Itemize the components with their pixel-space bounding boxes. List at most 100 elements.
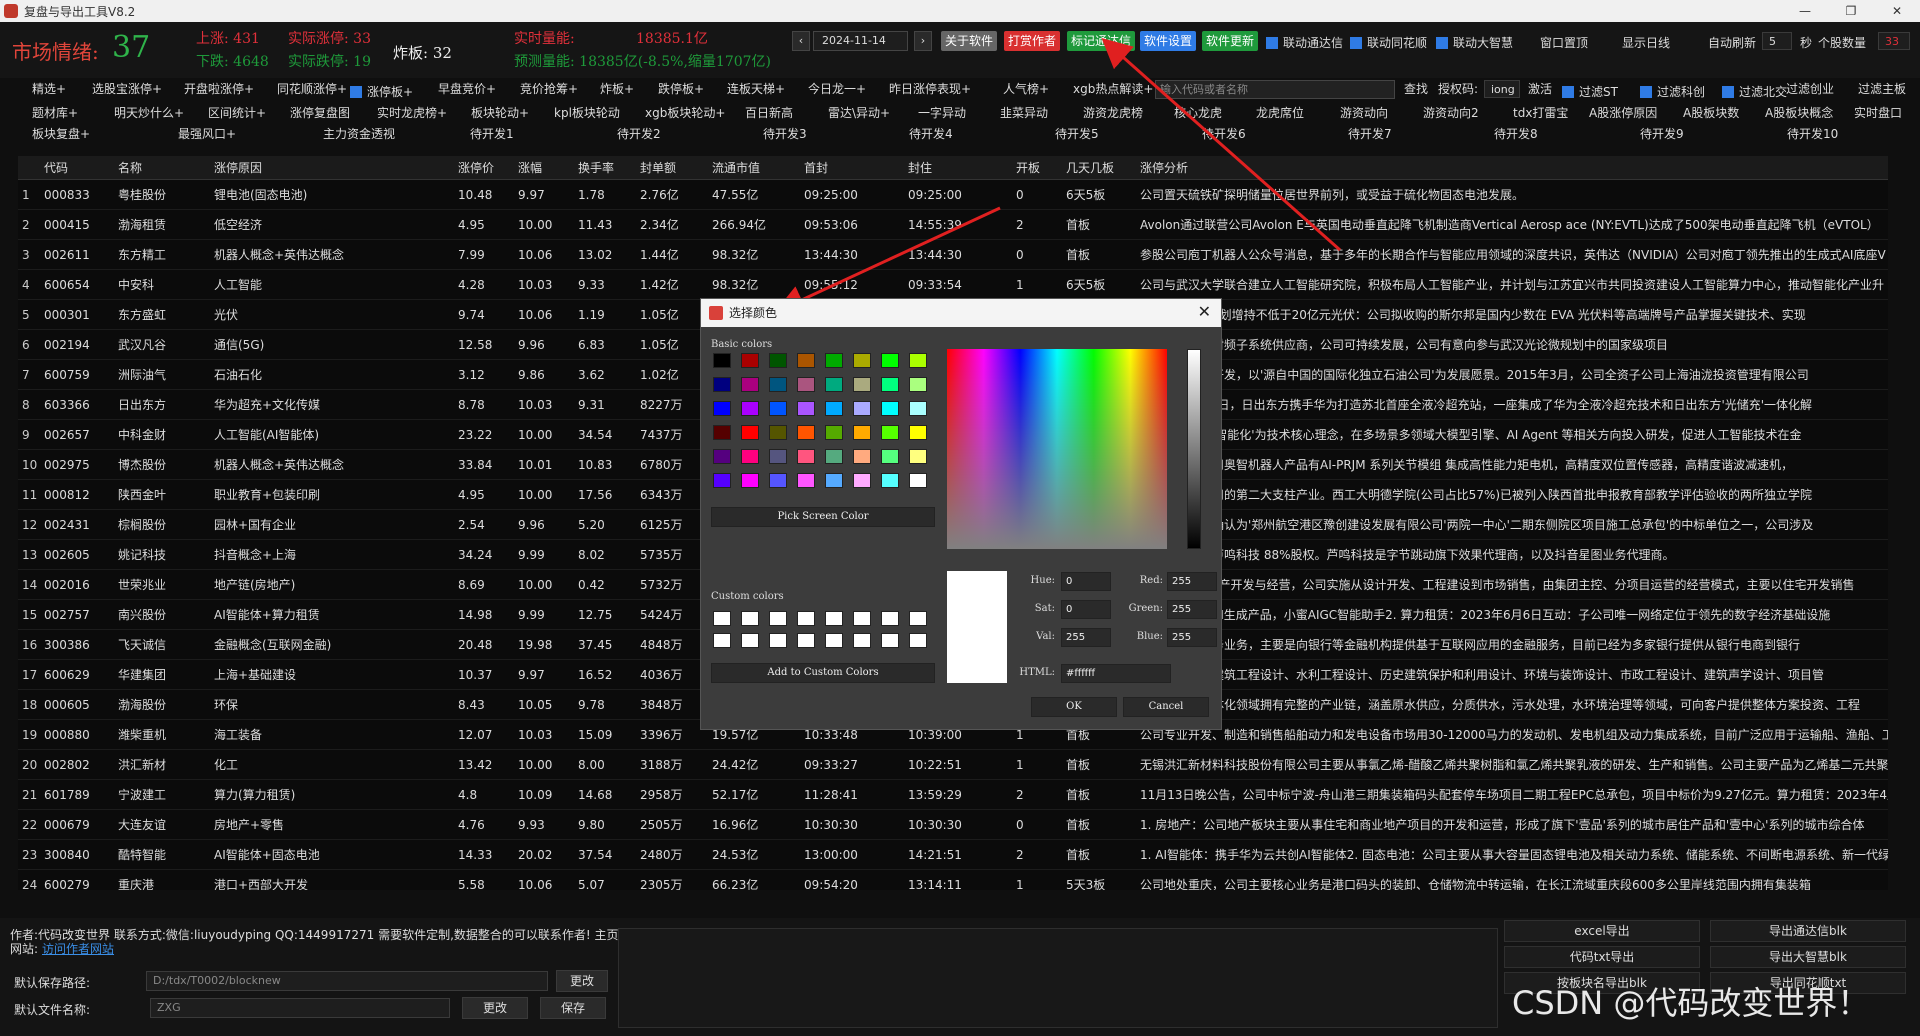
filter-chinext-toggle[interactable]: 过滤创业 <box>1786 78 1834 100</box>
tag-auction-grab[interactable]: 竞价抢筹+ <box>520 78 578 100</box>
show-day-line-toggle[interactable]: 显示日线 <box>1622 34 1670 51</box>
export-dzh-blk-button[interactable]: 导出大智慧blk <box>1710 946 1906 968</box>
basic-color-swatch[interactable] <box>741 401 759 416</box>
custom-color-swatch[interactable] <box>909 633 927 648</box>
tag-todo-9[interactable]: 待开发9 <box>1640 123 1684 145</box>
tag-todo-10[interactable]: 待开发10 <box>1787 123 1838 145</box>
header-board-count-col[interactable]: 几天几板 <box>1062 156 1114 180</box>
basic-color-swatch[interactable] <box>909 425 927 440</box>
tag-lhb-seats[interactable]: 龙虎席位 <box>1256 102 1304 124</box>
custom-color-swatch[interactable] <box>881 633 899 648</box>
link-dzh-checkbox[interactable]: 联动大智慧 <box>1436 34 1513 51</box>
tag-hot-money[interactable]: 游资动向 <box>1340 102 1388 124</box>
tag-broken-board[interactable]: 炸板+ <box>600 78 634 100</box>
custom-color-swatch[interactable] <box>825 633 843 648</box>
filter-main-board-toggle[interactable]: 过滤主板 <box>1858 78 1906 100</box>
window-top-toggle[interactable]: 窗口置顶 <box>1540 34 1588 51</box>
date-picker[interactable]: 2024-11-14 <box>813 31 908 51</box>
about-button[interactable]: 关于软件 <box>941 31 998 51</box>
custom-color-swatch[interactable] <box>713 611 731 626</box>
tag-leek[interactable]: 韭菜异动 <box>1000 102 1048 124</box>
tag-kpl-limit-up[interactable]: 开盘啦涨停+ <box>184 78 254 100</box>
basic-color-swatch[interactable] <box>797 353 815 368</box>
minimize-button[interactable]: — <box>1782 0 1828 22</box>
hue-saturation-spectrum[interactable] <box>947 349 1167 549</box>
tag-tomorrow[interactable]: 明天炒什么+ <box>114 102 184 124</box>
html-input[interactable]: #ffffff <box>1061 664 1171 683</box>
tag-hot-money-lhb[interactable]: 游资龙虎榜 <box>1083 102 1143 124</box>
ok-button[interactable]: OK <box>1031 697 1117 717</box>
header-analysis-col[interactable]: 涨停分析 <box>1136 156 1188 180</box>
custom-color-swatch[interactable] <box>825 611 843 626</box>
header-reason-col[interactable]: 涨停原因 <box>210 156 262 180</box>
change-name-button[interactable]: 更改 <box>462 997 528 1019</box>
tag-strongest-theme[interactable]: 最强风口+ <box>178 123 236 145</box>
table-row[interactable]: 20 002802 洪汇新材 化工 13.42 10.00 8.00 3188万 24.42亿 0… <box>18 750 1888 780</box>
basic-color-swatch[interactable] <box>713 353 731 368</box>
tag-todo-8[interactable]: 待开发8 <box>1494 123 1538 145</box>
tag-sector-count[interactable]: A股板块数 <box>1683 102 1739 124</box>
custom-color-swatch[interactable] <box>881 611 899 626</box>
link-ths-checkbox[interactable]: 联动同花顺 <box>1350 34 1427 51</box>
custom-color-swatch[interactable] <box>853 611 871 626</box>
header-change-col[interactable]: 涨幅 <box>514 156 542 180</box>
custom-color-swatch[interactable] <box>909 611 927 626</box>
tag-popularity[interactable]: 人气榜+ <box>1003 78 1049 100</box>
basic-color-swatch[interactable] <box>741 425 759 440</box>
basic-color-swatch[interactable] <box>825 425 843 440</box>
basic-color-swatch[interactable] <box>853 377 871 392</box>
custom-color-swatch[interactable] <box>797 611 815 626</box>
filter-bse-checkbox[interactable]: 过滤北交 <box>1722 83 1787 100</box>
basic-color-swatch[interactable] <box>741 377 759 392</box>
basic-color-swatch[interactable] <box>713 425 731 440</box>
basic-color-swatch[interactable] <box>713 377 731 392</box>
close-window-button[interactable]: ✕ <box>1874 0 1920 22</box>
header-last-seal-col[interactable]: 封住 <box>904 156 932 180</box>
basic-color-swatch[interactable] <box>741 449 759 464</box>
red-input[interactable]: 255 <box>1167 572 1217 591</box>
tag-limit-up-reason[interactable]: A股涨停原因 <box>1589 102 1657 124</box>
tag-today-leader[interactable]: 今日龙一+ <box>808 78 866 100</box>
basic-color-swatch[interactable] <box>741 353 759 368</box>
activate-button[interactable]: 激活 <box>1528 78 1552 100</box>
tag-todo-3[interactable]: 待开发3 <box>763 123 807 145</box>
cancel-button[interactable]: Cancel <box>1123 697 1209 717</box>
settings-button[interactable]: 软件设置 <box>1140 31 1197 51</box>
tag-xgb-limit-up[interactable]: 选股宝涨停+ <box>92 78 162 100</box>
tag-hot-money-2[interactable]: 游资动向2 <box>1423 102 1479 124</box>
tag-one-word[interactable]: 一字异动 <box>918 102 966 124</box>
basic-color-swatch[interactable] <box>853 473 871 488</box>
code-txt-export-button[interactable]: 代码txt导出 <box>1504 946 1700 968</box>
hue-input[interactable]: 0 <box>1061 572 1111 591</box>
tag-xgb-hot[interactable]: xgb热点解读+ <box>1073 78 1153 100</box>
custom-color-swatch[interactable] <box>713 633 731 648</box>
tag-jingxuan[interactable]: 精选+ <box>32 78 66 100</box>
green-input[interactable]: 255 <box>1167 600 1217 619</box>
custom-color-swatch[interactable] <box>797 633 815 648</box>
tag-sector-rotation[interactable]: 板块轮动+ <box>471 102 529 124</box>
tag-review-chart[interactable]: 涨停复盘图 <box>290 102 350 124</box>
basic-color-swatch[interactable] <box>713 473 731 488</box>
tag-realtime-book[interactable]: 实时盘口 <box>1854 102 1902 124</box>
header-limit-price-col[interactable]: 涨停价 <box>454 156 494 180</box>
tag-ths-limit-up[interactable]: 同花顺涨停+ <box>277 78 347 100</box>
tag-range-stat[interactable]: 区间统计+ <box>208 102 266 124</box>
custom-color-swatch[interactable] <box>853 633 871 648</box>
basic-color-swatch[interactable] <box>853 353 871 368</box>
table-row[interactable]: 1 000833 粤桂股份 锂电池(固态电池) 10.48 9.97 1.78 2.76亿 47… <box>18 180 1888 210</box>
tag-todo-7[interactable]: 待开发7 <box>1348 123 1392 145</box>
export-tdx-blk-button[interactable]: 导出通达信blk <box>1710 920 1906 942</box>
tag-theme-lib[interactable]: 题材库+ <box>32 102 78 124</box>
table-row[interactable]: 24 600279 重庆港 港口+西部大开发 5.58 10.06 5.07 2305万 66.… <box>18 870 1888 890</box>
basic-color-swatch[interactable] <box>797 401 815 416</box>
excel-export-button[interactable]: excel导出 <box>1504 920 1700 942</box>
basic-color-swatch[interactable] <box>853 425 871 440</box>
basic-color-swatch[interactable] <box>909 473 927 488</box>
change-path-button[interactable]: 更改 <box>556 970 608 992</box>
tag-radar[interactable]: 雷达\异动+ <box>828 102 890 124</box>
header-seal-amount-col[interactable]: 封单额 <box>636 156 676 180</box>
basic-color-swatch[interactable] <box>713 401 731 416</box>
sat-input[interactable]: 0 <box>1061 600 1111 619</box>
header-float-cap-col[interactable]: 流通市值 <box>708 156 760 180</box>
header-first-seal-col[interactable]: 首封 <box>800 156 828 180</box>
